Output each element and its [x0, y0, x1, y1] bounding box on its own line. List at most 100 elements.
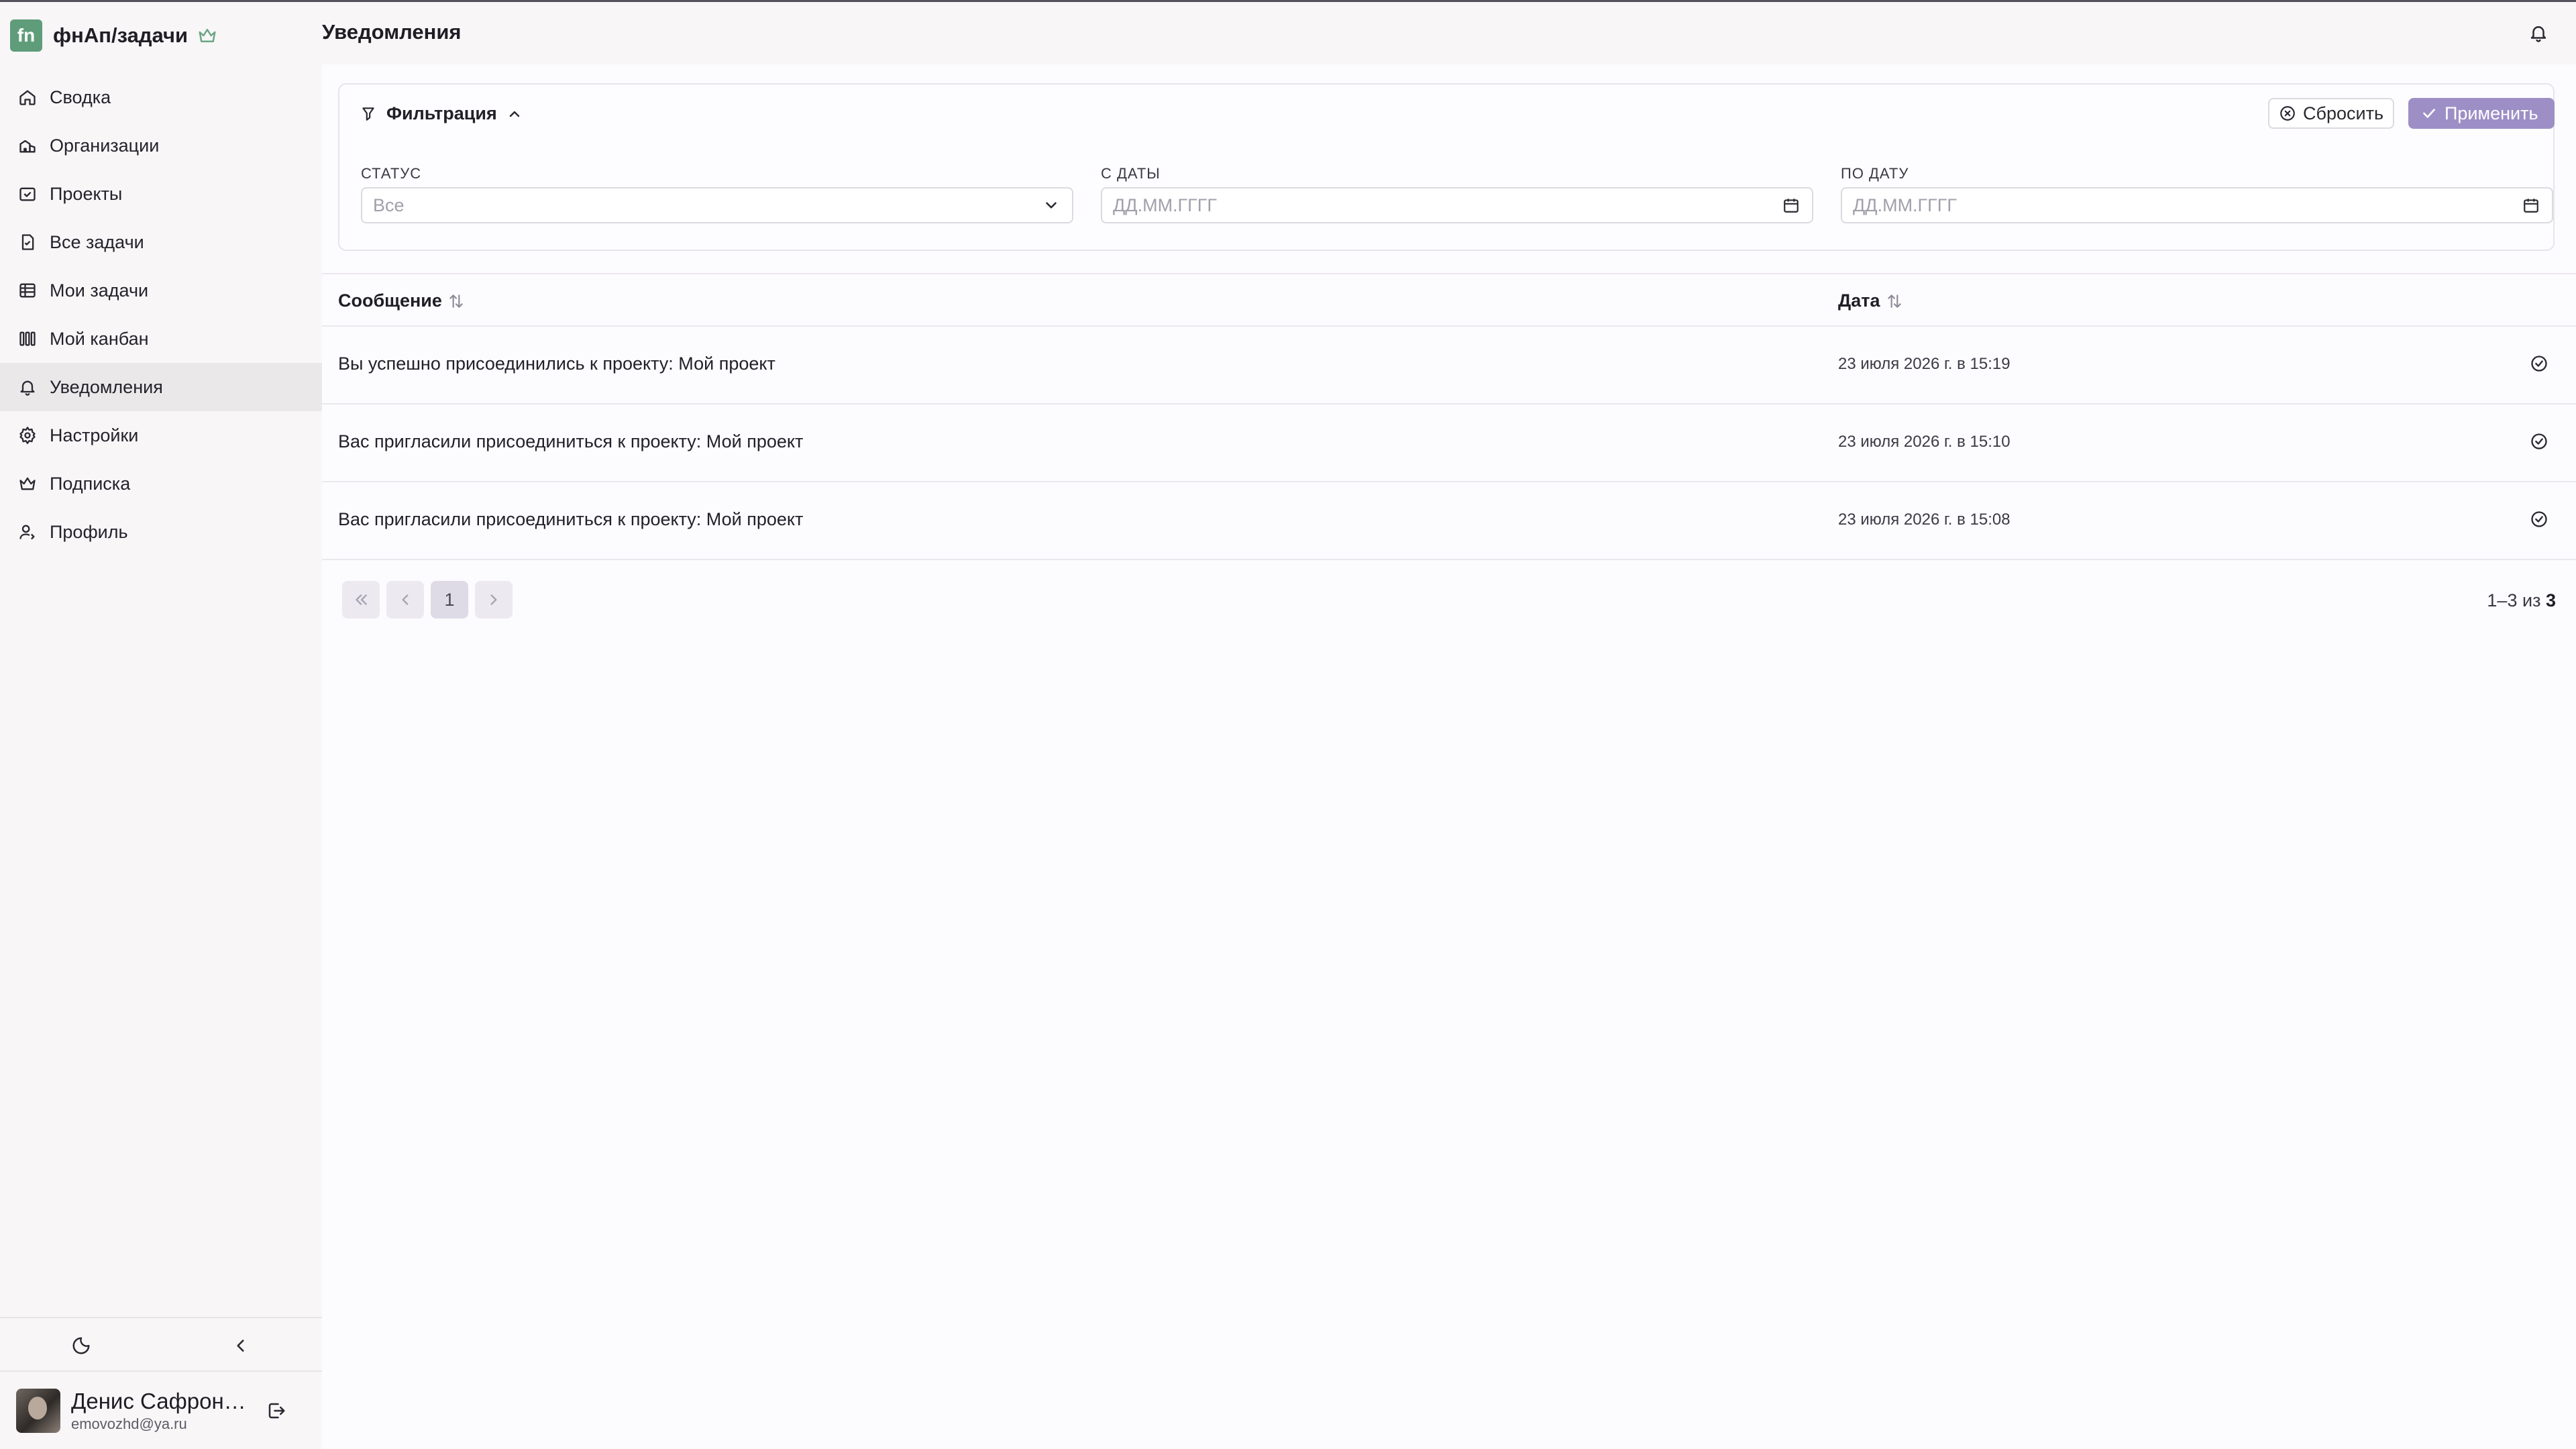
brand[interactable]: fn фнАп/задачи	[10, 19, 217, 52]
profile-icon	[17, 522, 38, 542]
filter-panel: Фильтрация Сбросить Применить СТАТУС Все…	[338, 83, 2555, 251]
check-circle-icon	[2531, 356, 2547, 372]
notifications-table: Сообщение Дата Вы успешно присоединились…	[322, 273, 2576, 560]
page-content: Фильтрация Сбросить Применить СТАТУС Все…	[322, 64, 2576, 1449]
pagination-summary: 1–3 из 3	[2487, 590, 2556, 611]
notification-message: Вас пригласили присоединиться к проекту:…	[338, 509, 804, 529]
page-total: 3	[2545, 590, 2556, 610]
my-tasks-icon	[17, 280, 38, 301]
sidebar-item-label: Уведомления	[50, 376, 163, 397]
sidebar-item-profile[interactable]: Профиль	[0, 508, 322, 556]
moon-icon	[72, 1337, 90, 1354]
date-from-placeholder: ДД.ММ.ГГГГ	[1113, 195, 1218, 215]
check-circle-icon	[2531, 433, 2547, 449]
sidebar: fn фнАп/задачи Сводка Организации Проект…	[0, 2, 322, 1449]
crown-icon	[17, 474, 38, 494]
sidebar-item-label: Профиль	[50, 521, 128, 542]
pagination: 1	[342, 581, 519, 619]
table-row[interactable]: Вы успешно присоединились к проекту: Мой…	[322, 327, 2576, 405]
notifications-button[interactable]	[2526, 21, 2551, 45]
theme-toggle-button[interactable]	[68, 1332, 95, 1359]
page-title: Уведомления	[322, 20, 462, 44]
page-of: из	[2522, 590, 2541, 610]
sidebar-nav: Сводка Организации Проекты Все задачи Мо…	[0, 73, 322, 556]
status-select[interactable]: Все	[361, 187, 1073, 223]
sidebar-item-label: Все задачи	[50, 231, 144, 252]
sidebar-item-my-tasks[interactable]: Мои задачи	[0, 266, 322, 315]
avatar[interactable]	[16, 1389, 60, 1433]
sidebar-item-projects[interactable]: Проекты	[0, 170, 322, 218]
apply-label: Применить	[2445, 103, 2538, 123]
mark-read-button[interactable]	[2528, 508, 2551, 531]
kanban-icon	[17, 329, 38, 349]
sidebar-item-label: Мои задачи	[50, 280, 149, 301]
bell-icon	[17, 377, 38, 397]
sort-icon	[449, 294, 463, 308]
sidebar-item-label: Проекты	[50, 183, 123, 204]
sidebar-item-label: Организации	[50, 135, 160, 156]
mark-read-button[interactable]	[2528, 430, 2551, 453]
sort-icon	[1887, 294, 1901, 308]
user-email: emovozhd@ya.ru	[71, 1415, 187, 1432]
sidebar-item-all-tasks[interactable]: Все задачи	[0, 218, 322, 266]
user-card: Денис Сафроно... emovozhd@ya.ru	[16, 1387, 311, 1434]
date-from-label: С ДАТЫ	[1101, 165, 1161, 182]
sidebar-divider	[0, 1371, 322, 1372]
page-number-button[interactable]: 1	[431, 581, 468, 619]
sidebar-item-settings[interactable]: Настройки	[0, 411, 322, 460]
crown-icon	[199, 29, 216, 42]
date-to-input[interactable]: ДД.ММ.ГГГГ	[1841, 187, 2553, 223]
chevron-right-icon	[490, 594, 497, 605]
notification-message: Вы успешно присоединились к проекту: Мой…	[338, 354, 775, 374]
app-title: фнАп/задачи	[53, 23, 189, 47]
collapse-sidebar-button[interactable]	[227, 1332, 254, 1359]
sidebar-item-subscription[interactable]: Подписка	[0, 460, 322, 508]
logout-icon	[268, 1403, 285, 1419]
column-header-message[interactable]: Сообщение	[338, 290, 465, 311]
home-icon	[17, 87, 38, 107]
filter-toggle[interactable]: Фильтрация	[360, 103, 523, 124]
filter-icon	[362, 107, 374, 121]
sidebar-item-label: Настройки	[50, 425, 139, 445]
chevron-left-icon	[237, 1340, 244, 1352]
apply-filters-button[interactable]: Применить	[2408, 98, 2555, 129]
page-header: Уведомления	[322, 2, 2576, 64]
calendar-icon[interactable]	[1781, 195, 1801, 215]
organizations-icon	[17, 136, 38, 156]
page-range: 1–3	[2487, 590, 2518, 610]
status-label: СТАТУС	[361, 165, 422, 182]
calendar-icon[interactable]	[2521, 195, 2541, 215]
notification-date: 23 июля 2026 г. в 15:08	[1838, 511, 2010, 529]
table-row[interactable]: Вас пригласили присоединиться к проекту:…	[322, 405, 2576, 482]
sidebar-item-kanban[interactable]: Мой канбан	[0, 315, 322, 363]
sidebar-item-notifications[interactable]: Уведомления	[0, 363, 322, 411]
chevron-down-icon	[1041, 195, 1061, 215]
status-value: Все	[373, 195, 405, 215]
column-label: Дата	[1838, 290, 1880, 311]
projects-icon	[17, 184, 38, 204]
next-page-button[interactable]	[475, 581, 513, 619]
bell-icon	[2530, 26, 2546, 42]
date-from-input[interactable]: ДД.ММ.ГГГГ	[1101, 187, 1813, 223]
notification-message: Вас пригласили присоединиться к проекту:…	[338, 431, 804, 451]
prev-page-button[interactable]	[386, 581, 424, 619]
sidebar-item-organizations[interactable]: Организации	[0, 121, 322, 170]
chevron-left-icon	[402, 594, 409, 605]
close-circle-icon	[2280, 106, 2295, 121]
column-header-date[interactable]: Дата	[1838, 290, 1903, 311]
sidebar-item-label: Мой канбан	[50, 328, 149, 349]
column-label: Сообщение	[338, 290, 442, 311]
user-name: Денис Сафроно...	[71, 1389, 252, 1413]
first-page-button[interactable]	[342, 581, 380, 619]
check-icon	[2423, 109, 2435, 118]
settings-icon	[17, 425, 38, 445]
sidebar-item-label: Подписка	[50, 473, 131, 494]
sidebar-item-summary[interactable]: Сводка	[0, 73, 322, 121]
reset-filters-button[interactable]: Сбросить	[2268, 98, 2394, 129]
mark-read-button[interactable]	[2528, 352, 2551, 375]
notification-date: 23 июля 2026 г. в 15:10	[1838, 433, 2010, 451]
chevron-up-icon	[509, 111, 519, 117]
logout-button[interactable]	[263, 1397, 290, 1424]
notification-date: 23 июля 2026 г. в 15:19	[1838, 355, 2010, 373]
table-row[interactable]: Вас пригласили присоединиться к проекту:…	[322, 482, 2576, 560]
